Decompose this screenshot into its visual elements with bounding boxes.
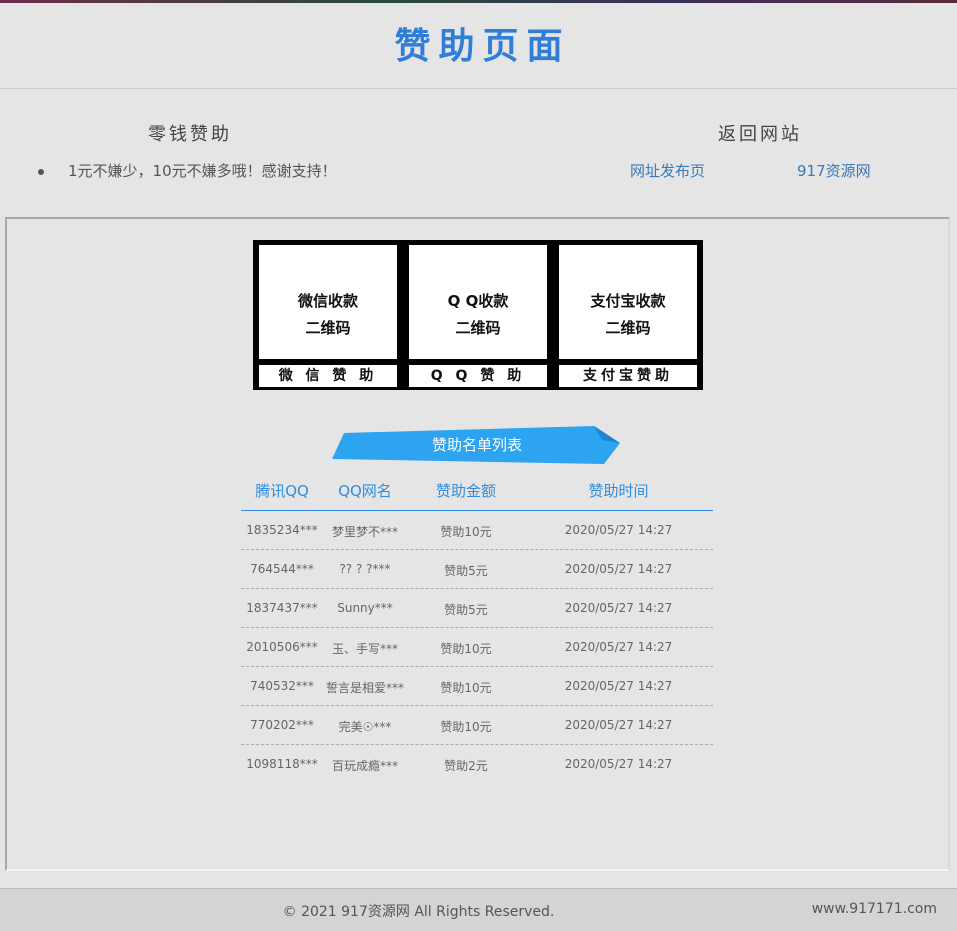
table-row: 1837437*** Sunny*** 赞助5元 2020/05/27 14:27 (241, 589, 713, 628)
page-title: 赞助页面 (394, 26, 571, 67)
header-nickname: QQ网名 (338, 482, 392, 500)
cell-nickname: 百玩成瘾*** (331, 759, 398, 773)
cell-time: 2020/05/27 14:27 (564, 640, 673, 654)
wechat-qr-code: 微信收款 二维码 (259, 245, 397, 359)
alipay-label: 支付宝赞助 (559, 365, 697, 387)
cell-time: 2020/05/27 14:27 (564, 718, 673, 732)
small-change-title: 零钱赞助 (148, 124, 232, 145)
cell-qq: 770202*** (250, 718, 314, 732)
cell-nickname: Sunny*** (337, 601, 393, 615)
return-site-title: 返回网站 (718, 124, 802, 145)
cell-time: 2020/05/27 14:27 (564, 679, 673, 693)
link-url-publish-page[interactable]: 网址发布页 (630, 160, 705, 181)
table-row: 1098118*** 百玩成瘾*** 赞助2元 2020/05/27 14:27 (241, 745, 713, 784)
cell-time: 2020/05/27 14:27 (564, 757, 673, 771)
wechat-label: 微 信 赞 助 (259, 365, 397, 387)
cell-qq: 2010506*** (246, 640, 318, 654)
table-row: 770202*** 完美☉*** 赞助10元 2020/05/27 14:27 (241, 706, 713, 745)
cell-nickname: 完美☉*** (338, 720, 392, 734)
qr-line1: 支付宝收款 (590, 292, 666, 310)
cell-nickname: 誓言是相爱*** (325, 681, 404, 695)
cell-time: 2020/05/27 14:27 (564, 523, 673, 537)
cell-qq: 1098118*** (246, 757, 318, 771)
cell-qq: 740532*** (250, 679, 314, 693)
cell-nickname: ?? ? ?*** (339, 562, 391, 576)
sponsor-list-title: 赞助名单列表 (431, 436, 522, 454)
sponsor-table-header: 腾讯QQ QQ网名 赞助金额 赞助时间 (241, 472, 713, 511)
table-row: 740532*** 誓言是相爱*** 赞助10元 2020/05/27 14:27 (241, 667, 713, 706)
cell-time: 2020/05/27 14:27 (564, 601, 673, 615)
qr-line1: 微信收款 (297, 292, 358, 310)
table-row: 764544*** ?? ? ?*** 赞助5元 2020/05/27 14:27 (241, 550, 713, 589)
qq-label: Q Q 赞 助 (409, 365, 547, 387)
qr-line2: 二维码 (605, 319, 651, 337)
table-row: 2010506*** 玉、手写*** 赞助10元 2020/05/27 14:27 (241, 628, 713, 667)
cell-amount: 赞助10元 (440, 681, 492, 695)
copyright-text: © 2021 917资源网 All Rights Reserved. (282, 904, 555, 920)
table-row: 1835234*** 梦里梦不*** 赞助10元 2020/05/27 14:27 (241, 511, 713, 550)
qr-line2: 二维码 (305, 319, 351, 337)
cell-amount: 赞助10元 (440, 642, 492, 656)
support-message: 1元不嫌少，10元不嫌多哦！感谢支持！ (38, 160, 337, 181)
cell-amount: 赞助10元 (440, 525, 492, 539)
cell-amount: 赞助5元 (444, 603, 488, 617)
qr-code-strip: 微信收款 二维码 微 信 赞 助 Q Q收款 二维码 Q Q 赞 助 支付宝收款… (253, 240, 703, 390)
qr-line1: Q Q收款 (447, 292, 509, 310)
alipay-qr-code: 支付宝收款 二维码 (559, 245, 697, 359)
qr-line2: 二维码 (455, 319, 501, 337)
site-domain: www.917171.com (811, 901, 937, 917)
cell-nickname: 玉、手写*** (331, 642, 398, 656)
header-amount: 赞助金额 (435, 482, 496, 500)
cell-nickname: 梦里梦不*** (331, 525, 398, 539)
cell-amount: 赞助5元 (444, 564, 488, 578)
cell-time: 2020/05/27 14:27 (564, 562, 673, 576)
support-text: 1元不嫌少，10元不嫌多哦！感谢支持！ (68, 162, 337, 180)
link-917-resource[interactable]: 917资源网 (797, 160, 871, 181)
cell-qq: 1837437*** (246, 601, 318, 615)
page-header: 赞助页面 (0, 3, 957, 89)
bullet-icon (38, 168, 44, 175)
cell-amount: 赞助2元 (444, 759, 488, 773)
qq-qr-code: Q Q收款 二维码 (409, 245, 547, 359)
header-qq: 腾讯QQ (255, 482, 309, 500)
cell-qq: 1835234*** (246, 523, 318, 537)
page-footer: © 2021 917资源网 All Rights Reserved. www.9… (0, 888, 957, 931)
cell-qq: 764544*** (250, 562, 314, 576)
header-time: 赞助时间 (588, 482, 649, 500)
cell-amount: 赞助10元 (440, 720, 492, 734)
